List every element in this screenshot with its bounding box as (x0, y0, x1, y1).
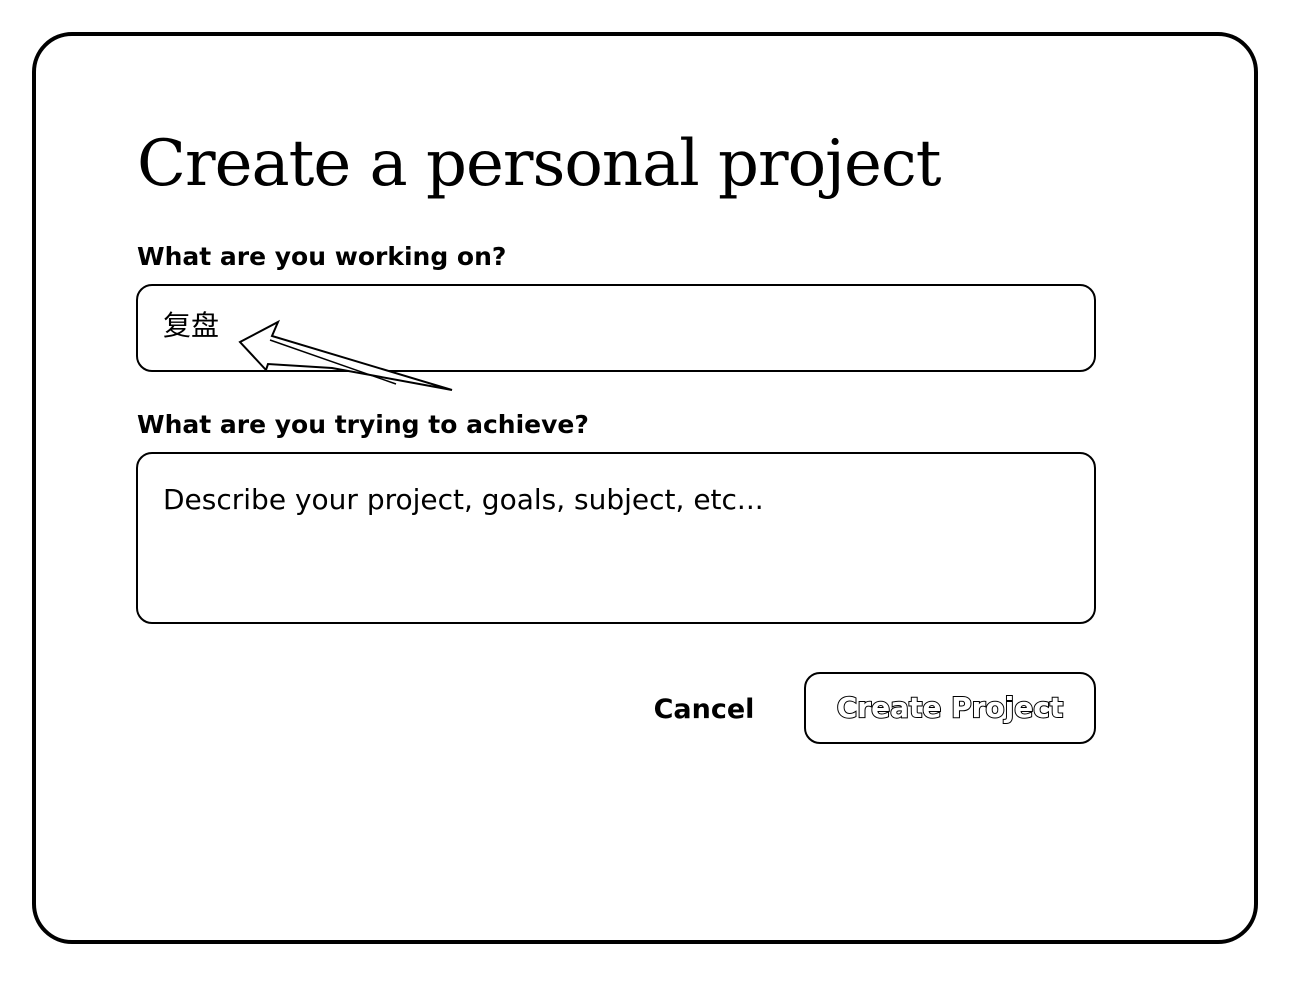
create-project-label: Create Project (836, 690, 1065, 725)
create-project-button[interactable]: Create Project (804, 672, 1096, 744)
project-name-value: 复盘 (163, 309, 220, 342)
arrow-icon (238, 319, 453, 391)
project-name-label: What are you working on? (137, 242, 507, 271)
dialog-title: Create a personal project (137, 127, 941, 201)
project-goal-placeholder: Describe your project, goals, subject, e… (163, 483, 764, 516)
project-goal-textarea[interactable]: Describe your project, goals, subject, e… (136, 452, 1096, 624)
cancel-button[interactable]: Cancel (640, 690, 768, 730)
project-goal-label: What are you trying to achieve? (137, 410, 589, 439)
